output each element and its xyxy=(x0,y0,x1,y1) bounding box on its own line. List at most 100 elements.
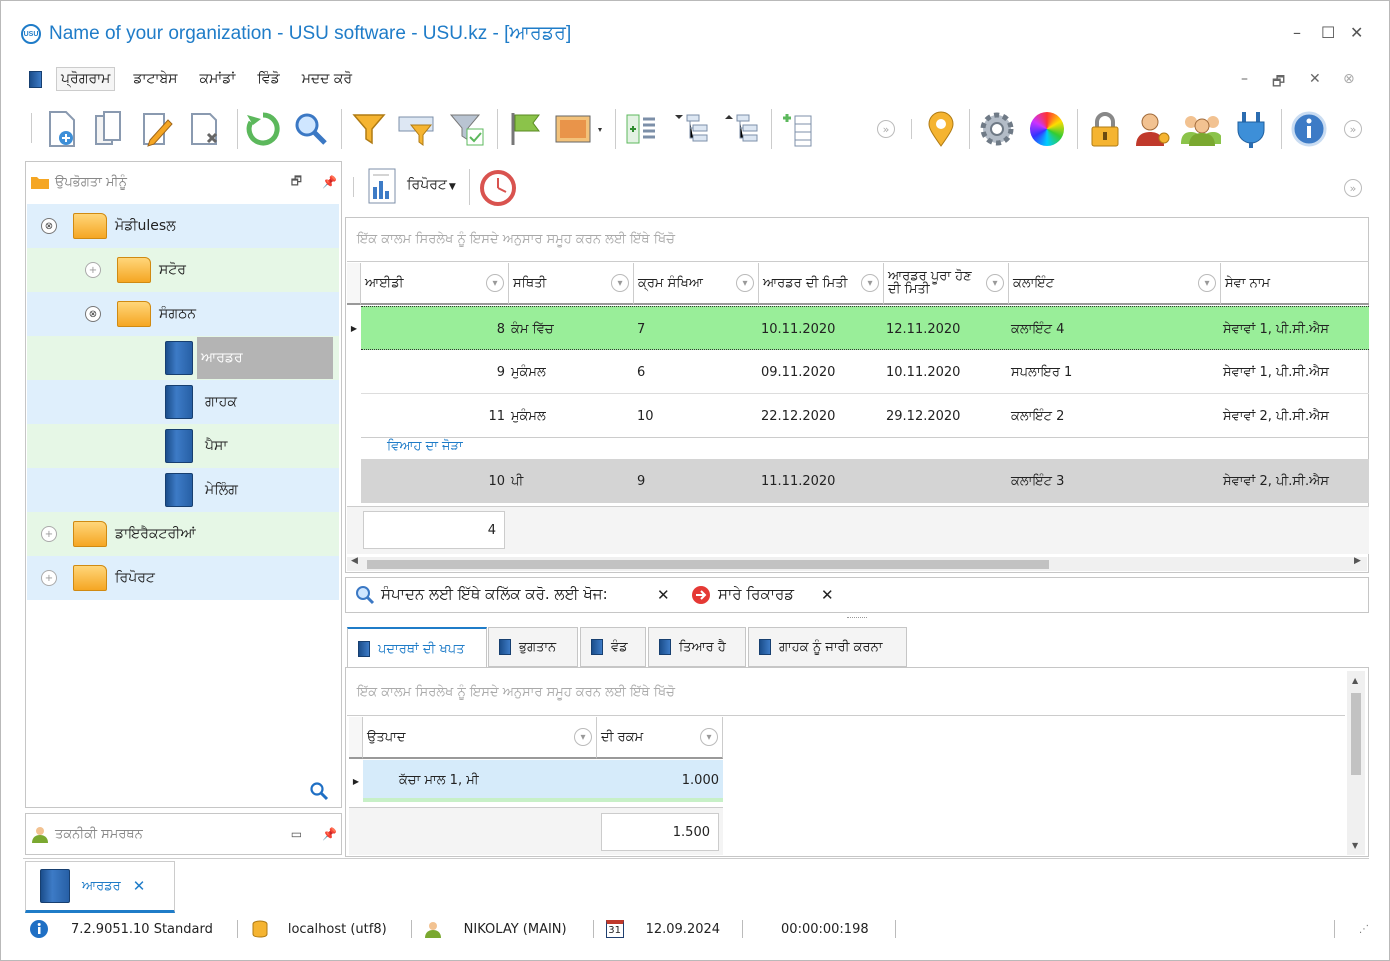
clear-filter-icon[interactable]: ✕ xyxy=(821,586,834,604)
close-tab-icon[interactable]: ✕ xyxy=(133,877,146,895)
search-edit-text[interactable]: ਸੰਪਾਦਨ ਲਈ ਇੱਥੇ ਕਲਿੱਕ ਕਰੋ. ਲਈ ਖੋਜ: xyxy=(381,585,608,603)
filter-edit-icon[interactable] xyxy=(397,107,437,151)
settings-gear-icon[interactable] xyxy=(977,107,1017,151)
report-dropdown[interactable]: ਰਿਪੋਰਟ ▼ xyxy=(407,177,456,193)
lock-icon[interactable] xyxy=(1085,107,1125,151)
mdi-close-button[interactable]: ✕ xyxy=(1309,71,1321,87)
refresh-icon[interactable] xyxy=(243,107,283,151)
clock-icon[interactable] xyxy=(479,169,517,211)
close-button[interactable]: ✕ xyxy=(1350,23,1363,42)
splitter-grip[interactable] xyxy=(847,617,867,618)
tree-node-orders[interactable]: ਆਰਡਰ xyxy=(27,336,339,380)
maximize-button[interactable]: ☐ xyxy=(1321,23,1335,42)
filter-icon[interactable]: ▾ xyxy=(1198,274,1216,292)
edit-record-icon[interactable] xyxy=(137,107,177,151)
tree-node-customers[interactable]: ਗਾਹਕ xyxy=(27,380,339,424)
report-icon[interactable] xyxy=(367,167,397,205)
tree-node-organization[interactable]: ⊗ ਸੰਗਠਨ xyxy=(27,292,339,336)
table-row[interactable]: 11 ਮੁਕੰਮਲ 10 22.12.2020 29.12.2020 ਕਲਾਇੰ… xyxy=(361,394,1369,438)
image-icon[interactable] xyxy=(553,107,607,151)
resize-grip-icon[interactable]: ⋰ xyxy=(1359,924,1369,935)
scroll-up-icon[interactable]: ▲ xyxy=(1352,676,1358,685)
tree-collapse-icon[interactable] xyxy=(673,107,713,151)
column-header-service[interactable]: ਸੇਵਾ ਨਾਮ xyxy=(1221,263,1369,305)
tree-node-modules[interactable]: ⊗ ਮੋਡੀulesਲ xyxy=(27,204,339,248)
column-header-completion-date[interactable]: ਆਰਡਰ ਪੂਰਾ ਹੋਣ ਦੀ ਮਿਤੀ ▾ xyxy=(884,263,1009,305)
menu-program[interactable]: ਪ੍ਰੋਗਰਾਮ xyxy=(56,67,116,91)
tree-node-mailing[interactable]: ਮੇਲਿੰਗ xyxy=(27,468,339,512)
filter-icon[interactable]: ▾ xyxy=(986,274,1004,292)
scroll-down-icon[interactable]: ▼ xyxy=(1352,841,1358,850)
search-icon[interactable] xyxy=(291,107,331,151)
scroll-left-icon[interactable]: ◀ xyxy=(351,556,358,566)
table-row[interactable]: 8 ਕੰਮ ਵਿੱਚ 7 10.11.2020 12.11.2020 ਕਲਾਇੰ… xyxy=(361,306,1369,350)
filter-icon[interactable]: ▾ xyxy=(574,728,592,746)
delete-record-icon[interactable] xyxy=(185,107,225,151)
tab-issue-to-customer[interactable]: ਗਾਹਕ ਨੂੰ ਜਾਰੀ ਕਰਨਾ xyxy=(748,627,907,667)
add-column-icon[interactable] xyxy=(777,107,817,151)
map-pin-icon[interactable] xyxy=(921,107,961,151)
toolbar-right-collapse-icon[interactable]: » xyxy=(1344,120,1362,138)
tab-payment[interactable]: ਭੁਗਤਾਨ xyxy=(488,627,578,667)
group-label[interactable]: ਵਿਆਹ ਦਾ ਜੋੜਾ xyxy=(387,439,463,454)
collapse-icon[interactable]: ⊗ xyxy=(85,306,101,322)
users-group-icon[interactable] xyxy=(1181,107,1221,151)
tree-expand-icon[interactable] xyxy=(723,107,763,151)
collapse-icon[interactable]: ⊗ xyxy=(41,218,57,234)
tab-distribution[interactable]: ਵੰਡ xyxy=(580,627,646,667)
document-tab-orders[interactable]: ਆਰਡਰ ✕ xyxy=(25,861,175,913)
expand-icon[interactable]: + xyxy=(41,526,57,542)
scroll-right-icon[interactable]: ▶ xyxy=(1354,556,1361,566)
stop-filter-icon[interactable] xyxy=(691,585,711,605)
expand-icon[interactable]: + xyxy=(41,570,57,586)
menu-commands[interactable]: ਕਮਾਂਡਾਂ xyxy=(196,68,240,90)
filter-icon[interactable]: ▾ xyxy=(611,274,629,292)
color-wheel-icon[interactable] xyxy=(1027,107,1067,151)
panel-restore-icon[interactable]: ▭ xyxy=(291,827,302,841)
tab-material-consumption[interactable]: ਪਦਾਰਥਾਂ ਦੀ ਖਪਤ xyxy=(347,627,487,669)
column-header-order-number[interactable]: ਕ੍ਰਮ ਸੰਖਿਆ ▾ xyxy=(634,263,759,305)
expand-rows-icon[interactable] xyxy=(621,107,661,151)
tech-support-header[interactable]: ਤਕਨੀਕੀ ਸਮਰਥਨ ▭ 📌 xyxy=(31,823,337,845)
user-key-icon[interactable] xyxy=(1133,107,1173,151)
column-header-amount[interactable]: ਦੀ ਰਕਮ ▾ xyxy=(597,717,723,759)
scrollbar-thumb[interactable] xyxy=(1351,693,1361,775)
expand-icon[interactable]: + xyxy=(85,262,101,278)
table-row[interactable]: 9 ਮੁਕੰਮਲ 6 09.11.2020 10.11.2020 ਸਪਲਾਇਰ … xyxy=(361,350,1369,394)
column-header-client[interactable]: ਕਲਾਇੰਟ ▾ xyxy=(1009,263,1221,305)
minimize-button[interactable]: – xyxy=(1293,23,1301,42)
menu-help[interactable]: ਮਦਦ ਕਰੋ xyxy=(298,68,356,90)
clear-search-icon[interactable]: ✕ xyxy=(657,586,670,604)
reportbar-collapse-icon[interactable]: » xyxy=(1344,179,1362,197)
column-header-order-date[interactable]: ਆਰਡਰ ਦੀ ਮਿਤੀ ▾ xyxy=(759,263,884,305)
filter-icon[interactable]: ▾ xyxy=(486,274,504,292)
filter-icon[interactable]: ▾ xyxy=(736,274,754,292)
tree-search-icon[interactable] xyxy=(309,781,329,801)
menu-window[interactable]: ਵਿੰਡੋ xyxy=(253,68,283,90)
table-row[interactable]: 10 ਪੀ 9 11.11.2020 ਕਲਾਇੰਟ 3 ਸੇਵਾਵਾਂ 2, ਪ… xyxy=(361,459,1369,503)
filter-icon[interactable]: ▾ xyxy=(861,274,879,292)
panel-pin-icon[interactable]: 📌 xyxy=(322,827,337,841)
copy-record-icon[interactable] xyxy=(89,107,129,151)
panel-float-icon[interactable]: 🗗 xyxy=(291,172,302,193)
column-header-id[interactable]: ਆਈਡੀ ▾ xyxy=(361,263,509,305)
tree-node-money[interactable]: ਪੈਸਾ xyxy=(27,424,339,468)
mdi-minimize-button[interactable]: – xyxy=(1241,71,1248,87)
mdi-restore-button[interactable]: 🗗 xyxy=(1272,71,1285,95)
filter-icon[interactable] xyxy=(349,107,389,151)
tree-node-reports[interactable]: + ਰਿਪੋਰਟ xyxy=(27,556,339,600)
toolbar-collapse-icon[interactable]: » xyxy=(877,120,895,138)
filter-icon[interactable]: ▾ xyxy=(700,728,718,746)
tree-node-directories[interactable]: + ਡਾਇਰੈਕਟਰੀਆਂ xyxy=(27,512,339,556)
all-records-filter[interactable]: ਸਾਰੇ ਰਿਕਾਰਡ xyxy=(718,585,794,603)
table-row[interactable]: ਕੱਚਾ ਮਾਲ 1, ਮੀ 1.000 xyxy=(363,760,723,802)
tree-node-store[interactable]: + ਸਟੋਰ xyxy=(27,248,339,292)
scrollbar-thumb[interactable] xyxy=(367,560,1049,569)
info-icon[interactable] xyxy=(1289,107,1329,151)
column-header-status[interactable]: ਸਥਿਤੀ ▾ xyxy=(509,263,634,305)
panel-pin-icon[interactable]: 📌 xyxy=(322,175,337,189)
tab-ready[interactable]: ਤਿਆਰ ਹੈ xyxy=(648,627,746,667)
flag-icon[interactable] xyxy=(505,107,545,151)
filter-clear-icon[interactable] xyxy=(447,107,487,151)
mdi-collapse-icon[interactable]: ⊗ xyxy=(1343,71,1355,87)
